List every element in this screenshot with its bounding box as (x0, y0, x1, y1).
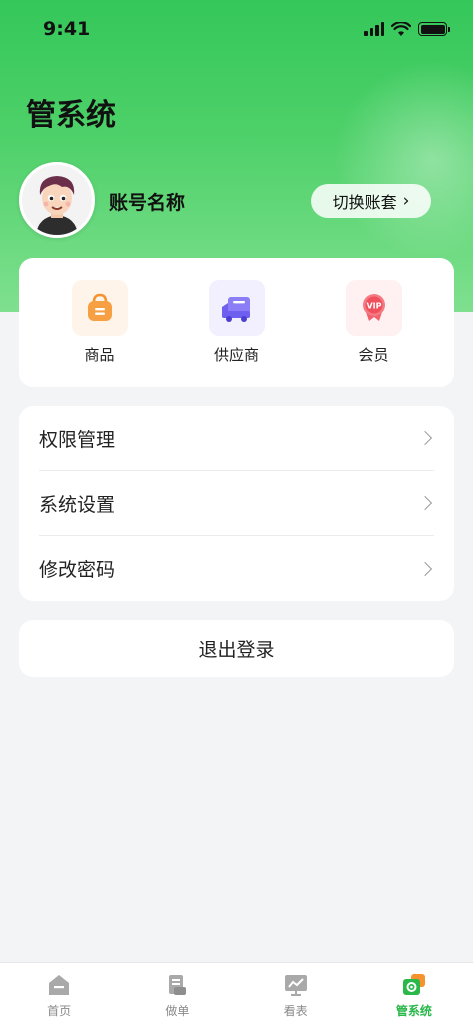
status-icons (364, 21, 450, 37)
quick-actions-card: 商品 供应商 VIP 会员 (19, 258, 454, 387)
switch-account-button[interactable]: 切换账套 › (311, 184, 431, 218)
quick-action-suppliers[interactable]: 供应商 (182, 280, 292, 365)
tab-label: 管系统 (395, 1004, 432, 1018)
menu-item-permissions[interactable]: 权限管理 (39, 406, 434, 471)
avatar[interactable] (19, 162, 95, 238)
cellular-signal-icon (364, 22, 384, 36)
shopping-bag-icon (71, 280, 128, 336)
quick-action-label: 商品 (84, 346, 115, 364)
switch-account-label: 切换账套 (332, 193, 397, 212)
quick-action-products[interactable]: 商品 (45, 280, 155, 365)
manage-system-icon (402, 974, 425, 995)
menu-item-change-password[interactable]: 修改密码 (39, 536, 434, 601)
menu-item-label: 修改密码 (39, 559, 116, 581)
page-title: 管系统 (26, 98, 116, 133)
tab-label: 看表 (283, 1004, 308, 1018)
tab-orders[interactable]: 做单 (118, 963, 236, 1024)
order-document-icon (169, 975, 187, 995)
quick-action-label: 会员 (358, 346, 389, 364)
tab-reports[interactable]: 看表 (237, 963, 355, 1024)
chart-board-icon (284, 975, 307, 996)
chevron-right-icon (417, 430, 433, 446)
settings-menu: 权限管理 系统设置 修改密码 (19, 406, 454, 601)
status-bar: 9:41 (0, 0, 473, 58)
chevron-right-icon (417, 495, 433, 511)
tab-label: 首页 (47, 1004, 72, 1018)
tab-manage-system[interactable]: 管系统 (355, 963, 473, 1024)
menu-item-label: 系统设置 (39, 493, 116, 516)
logout-button[interactable]: 退出登录 (19, 620, 454, 677)
tab-label: 做单 (165, 1004, 190, 1018)
menu-item-system-settings[interactable]: 系统设置 (39, 471, 434, 536)
tab-bar: 首页 做单 看表 管系统 (0, 962, 473, 1024)
logout-label: 退出登录 (198, 639, 275, 661)
delivery-truck-icon (208, 280, 265, 336)
home-icon (49, 975, 70, 995)
account-name: 账号名称 (109, 192, 186, 214)
vip-badge-icon: VIP (345, 280, 402, 336)
battery-icon (418, 22, 450, 36)
menu-item-label: 权限管理 (39, 428, 116, 451)
quick-action-members[interactable]: VIP 会员 (319, 280, 429, 365)
svg-text:VIP: VIP (366, 302, 381, 311)
tab-home[interactable]: 首页 (0, 963, 118, 1024)
status-time: 9:41 (43, 18, 91, 40)
chevron-right-icon (417, 561, 433, 576)
wifi-icon (391, 21, 411, 36)
quick-action-label: 供应商 (213, 346, 259, 364)
user-avatar-icon (22, 165, 92, 235)
chevron-right-icon: › (402, 190, 410, 211)
